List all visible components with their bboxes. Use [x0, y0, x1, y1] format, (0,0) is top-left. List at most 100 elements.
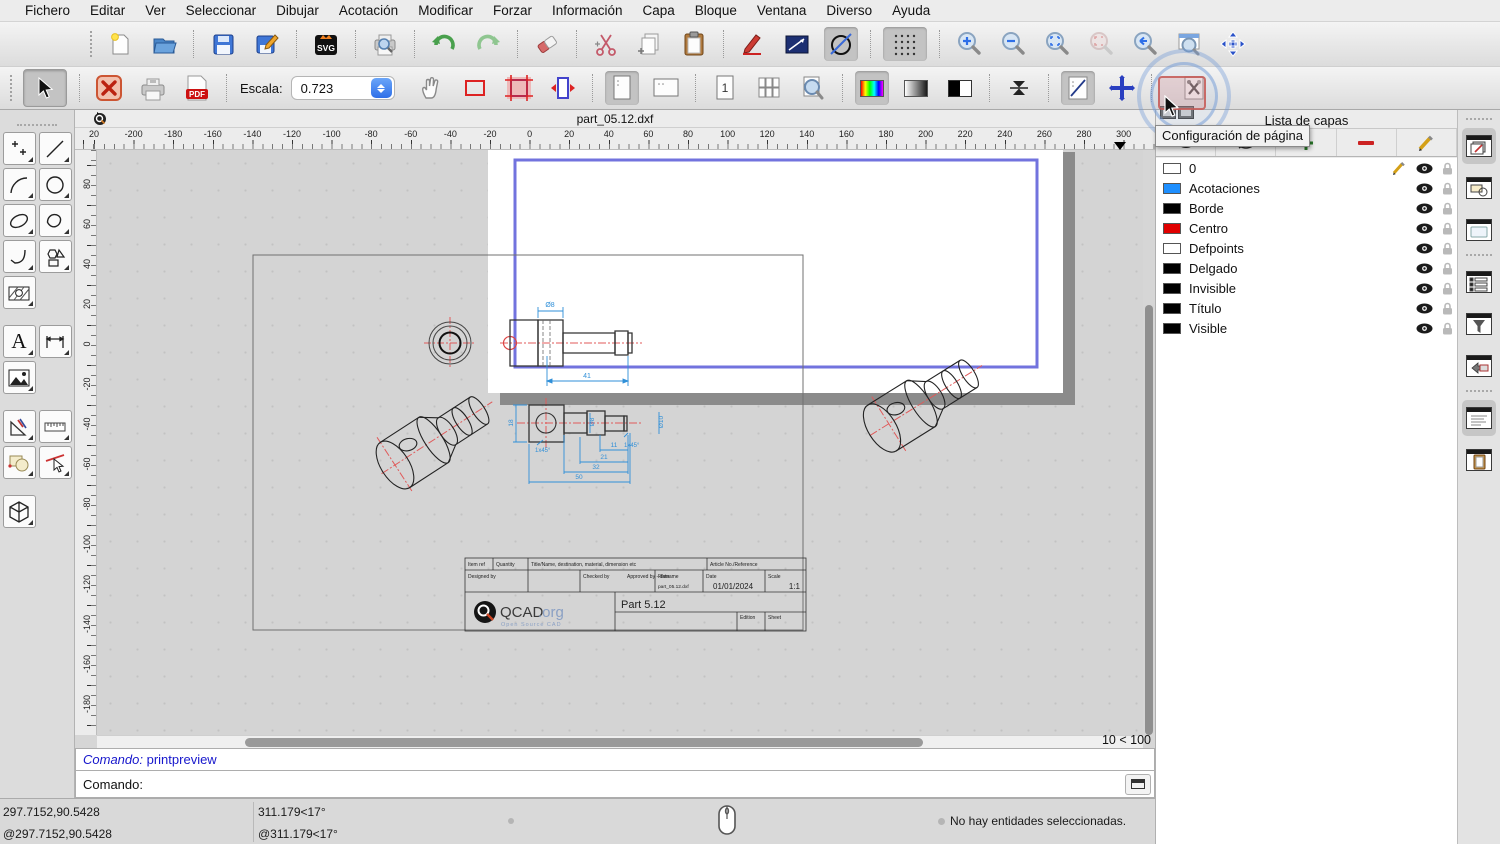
layer-row-acotaciones[interactable]: Acotaciones	[1156, 178, 1457, 198]
grayscale-mode-button[interactable]	[899, 71, 933, 105]
block-list-panel-button[interactable]	[1462, 170, 1496, 206]
black-white-mode-button[interactable]	[943, 71, 977, 105]
layer-visibility-icon[interactable]	[1416, 223, 1433, 234]
save-button[interactable]	[206, 27, 240, 61]
pan-hand-button[interactable]	[414, 71, 448, 105]
full-color-mode-button[interactable]	[854, 71, 889, 105]
crop-marks-button[interactable]	[502, 71, 536, 105]
line-tools-button[interactable]	[38, 132, 72, 165]
menu-item-ventana[interactable]: Ventana	[747, 3, 817, 18]
layer-lock-icon[interactable]	[1442, 302, 1453, 315]
print-button[interactable]	[136, 71, 170, 105]
property-list-panel-button[interactable]	[1462, 264, 1496, 300]
zoom-previous-button[interactable]	[1128, 27, 1162, 61]
zoom-window-button[interactable]	[1172, 27, 1206, 61]
save-as-button[interactable]	[250, 27, 284, 61]
line-drawing-mode-button[interactable]	[1060, 71, 1095, 105]
layer-visibility-icon[interactable]	[1416, 323, 1433, 334]
line-reference-button[interactable]	[780, 27, 814, 61]
paste-button[interactable]	[677, 27, 711, 61]
ellipse-tools-button[interactable]	[2, 204, 36, 237]
menu-item-forzar[interactable]: Forzar	[483, 3, 542, 18]
new-file-button[interactable]	[103, 27, 137, 61]
single-page-button[interactable]: 1	[708, 71, 742, 105]
menu-item-bloque[interactable]: Bloque	[685, 3, 747, 18]
circle-reference-toggle[interactable]	[824, 27, 858, 61]
pdf-export-button[interactable]: PDF	[180, 71, 214, 105]
command-panel-toggle-button[interactable]	[1125, 773, 1151, 795]
layer-visibility-icon[interactable]	[1416, 163, 1433, 174]
layer-row-invisible[interactable]: Invisible	[1156, 278, 1457, 298]
zoom-auto-button[interactable]	[1040, 27, 1074, 61]
layer-lock-icon[interactable]	[1442, 262, 1453, 275]
redo-button[interactable]	[471, 27, 505, 61]
scale-stepper[interactable]	[370, 78, 392, 98]
menu-item-diverso[interactable]: Diverso	[816, 3, 882, 18]
measure-tools-button[interactable]	[38, 410, 72, 443]
landscape-orientation-button[interactable]	[649, 71, 683, 105]
layer-row-defpoints[interactable]: Defpoints	[1156, 238, 1457, 258]
zoom-selection-button[interactable]	[1084, 27, 1118, 61]
grid-toggle[interactable]	[883, 27, 927, 61]
menu-item-informacion[interactable]: Información	[542, 3, 633, 18]
layer-lock-icon[interactable]	[1442, 222, 1453, 235]
layer-visibility-icon[interactable]	[1416, 183, 1433, 194]
point-tools-button[interactable]	[2, 132, 36, 165]
horizontal-scrollbar[interactable]	[97, 735, 1143, 748]
layer-row-titulo[interactable]: Título	[1156, 298, 1457, 318]
menu-item-acotacion[interactable]: Acotación	[329, 3, 408, 18]
layer-lock-icon[interactable]	[1442, 242, 1453, 255]
layer-lock-icon[interactable]	[1442, 202, 1453, 215]
layer-row-delgado[interactable]: Delgado	[1156, 258, 1457, 278]
dimension-tools-button[interactable]	[38, 325, 72, 358]
undo-button[interactable]	[427, 27, 461, 61]
pan-button[interactable]	[1216, 27, 1250, 61]
circle-tools-button[interactable]	[38, 168, 72, 201]
layer-row-borde[interactable]: Borde	[1156, 198, 1457, 218]
zoom-to-page-button[interactable]	[796, 71, 830, 105]
eraser-button[interactable]	[530, 27, 564, 61]
pattern-panel-button[interactable]	[1462, 348, 1496, 384]
menu-item-fichero[interactable]: Fichero	[15, 3, 80, 18]
command-input[interactable]	[148, 773, 1122, 795]
menu-item-capa[interactable]: Capa	[633, 3, 685, 18]
layer-lock-icon[interactable]	[1442, 162, 1453, 175]
svg-export-button[interactable]: SVG	[309, 27, 343, 61]
image-tool-button[interactable]	[2, 361, 36, 394]
layer-visibility-icon[interactable]	[1416, 283, 1433, 294]
hairline-mode-button[interactable]	[1002, 71, 1036, 105]
selection-tools-button[interactable]	[2, 446, 36, 479]
layer-lock-icon[interactable]	[1442, 282, 1453, 295]
scale-combobox[interactable]: 0.723	[290, 76, 395, 100]
polyline-tools-button[interactable]	[2, 240, 36, 273]
modify-tools-button[interactable]	[2, 410, 36, 443]
zoom-in-button[interactable]	[952, 27, 986, 61]
menu-item-modificar[interactable]: Modificar	[408, 3, 483, 18]
horizontal-scrollbar-thumb[interactable]	[245, 738, 923, 747]
edit-layer-button[interactable]	[1397, 129, 1458, 156]
vertical-scrollbar-thumb[interactable]	[1145, 305, 1153, 735]
layer-lock-icon[interactable]	[1442, 322, 1453, 335]
layer-visibility-icon[interactable]	[1416, 243, 1433, 254]
zoom-out-button[interactable]	[996, 27, 1030, 61]
spline-tools-button[interactable]	[38, 204, 72, 237]
layer-visibility-icon[interactable]	[1416, 203, 1433, 214]
layer-list-panel-button[interactable]	[1462, 128, 1496, 164]
page-borders-button[interactable]	[458, 71, 492, 105]
print-preview-button[interactable]	[368, 27, 402, 61]
menu-item-editar[interactable]: Editar	[80, 3, 135, 18]
menu-item-ver[interactable]: Ver	[135, 3, 175, 18]
copy-button[interactable]	[633, 27, 667, 61]
portrait-orientation-button[interactable]	[604, 71, 639, 105]
menu-item-ayuda[interactable]: Ayuda	[882, 3, 940, 18]
remove-layer-button[interactable]	[1337, 129, 1397, 156]
shape-tools-button[interactable]	[38, 240, 72, 273]
draw-edit-button[interactable]	[736, 27, 770, 61]
layer-lock-icon[interactable]	[1442, 182, 1453, 195]
menu-item-seleccionar[interactable]: Seleccionar	[176, 3, 267, 18]
vertical-scrollbar[interactable]	[1143, 150, 1155, 735]
layer-visibility-icon[interactable]	[1416, 263, 1433, 274]
isometric-projection-button[interactable]	[2, 495, 36, 528]
panel-drag-handle[interactable]	[17, 124, 57, 126]
layer-row-centro[interactable]: Centro	[1156, 218, 1457, 238]
